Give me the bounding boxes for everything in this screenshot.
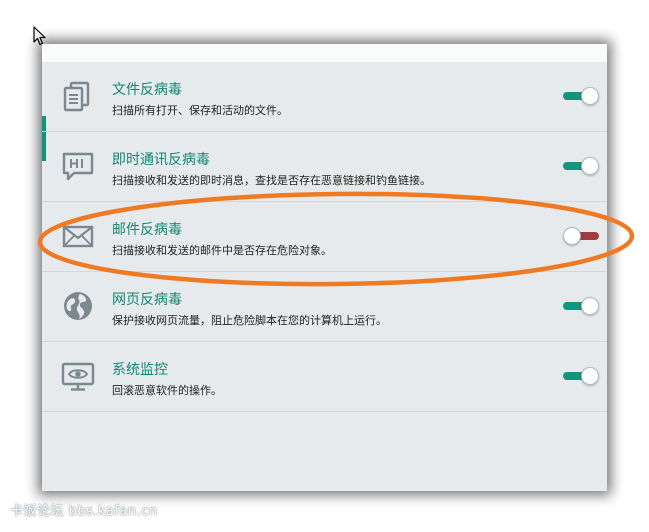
chat-bubble-icon <box>62 152 94 181</box>
monitor-eye-icon <box>61 362 95 391</box>
window-top-bar <box>42 44 607 62</box>
file-antivirus-toggle[interactable] <box>563 86 599 106</box>
component-description: 扫描接收和发送的即时消息，查找是否存在恶意链接和钓鱼链接。 <box>112 174 431 187</box>
mouse-cursor-icon <box>33 26 46 46</box>
component-title[interactable]: 系统监控 <box>112 359 168 379</box>
screenshot-stage: 文件反病毒 扫描所有打开、保存和活动的文件。 即时通讯反病毒 扫描接收和发送的即… <box>0 0 649 532</box>
web-antivirus-toggle[interactable] <box>563 296 599 316</box>
file-copy-icon <box>63 81 90 112</box>
toggle-knob <box>581 297 599 315</box>
orange-highlight-ellipse <box>37 191 635 287</box>
toggle-knob <box>581 87 599 105</box>
forum-watermark: 卡饭论坛 bbs.kafan.cn <box>10 504 158 519</box>
system-watcher-toggle[interactable] <box>563 366 599 386</box>
toggle-knob <box>581 367 599 385</box>
component-description: 回滚恶意软件的操作。 <box>112 384 222 397</box>
component-description: 保护接收网页流量，阻止危险脚本在您的计算机上运行。 <box>112 314 387 327</box>
im-antivirus-toggle[interactable] <box>563 156 599 176</box>
component-title[interactable]: 即时通讯反病毒 <box>112 149 210 169</box>
component-title[interactable]: 文件反病毒 <box>112 79 182 99</box>
component-title[interactable]: 网页反病毒 <box>112 289 182 309</box>
component-description: 扫描所有打开、保存和活动的文件。 <box>112 104 288 117</box>
component-row-system-watcher[interactable]: 系统监控 回滚恶意软件的操作。 <box>42 342 607 412</box>
component-row-file-antivirus[interactable]: 文件反病毒 扫描所有打开、保存和活动的文件。 <box>42 62 607 132</box>
toggle-knob <box>581 157 599 175</box>
globe-icon <box>64 292 92 320</box>
